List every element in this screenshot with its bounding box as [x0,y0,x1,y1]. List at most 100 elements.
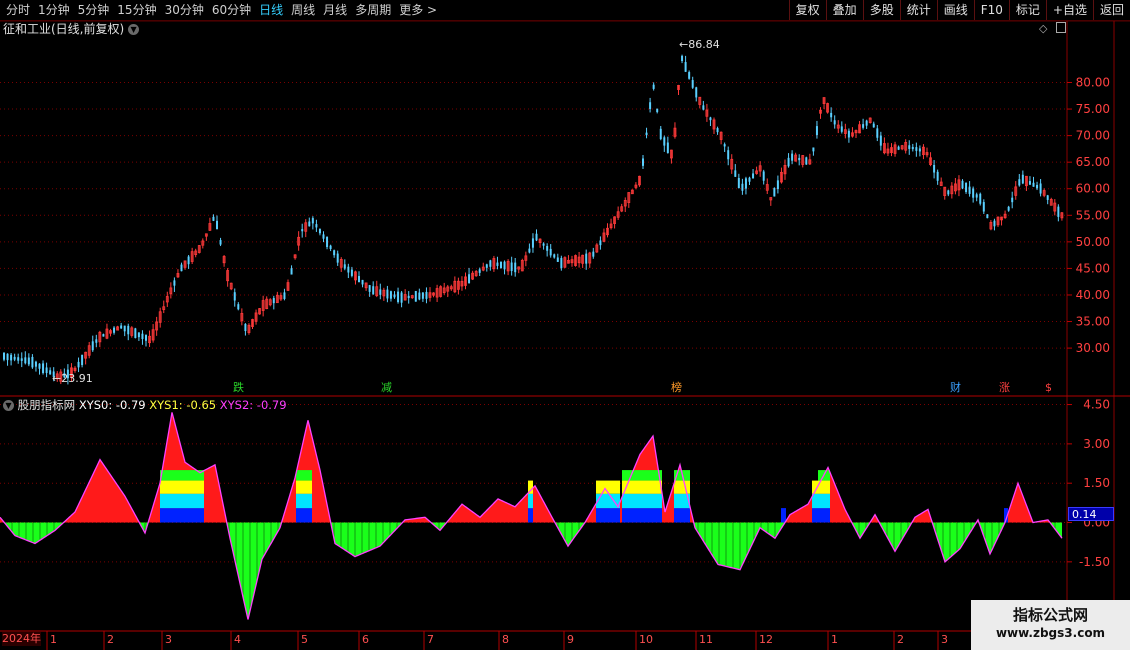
candle-body [1032,182,1035,187]
event-marker-dollar[interactable]: $ [1045,381,1052,395]
price-tick-label: 35.00 [1076,315,1110,329]
candle [630,189,634,195]
candle-body [24,357,27,364]
candle [329,244,332,252]
candle [123,325,126,337]
candle [158,307,162,328]
event-marker-cai[interactable]: 财 [950,381,961,395]
candle-body [968,186,971,194]
candle [304,219,308,238]
candle-body [311,218,314,224]
candle [812,147,815,156]
candle [382,287,386,301]
candle [972,186,975,203]
candle-body [1039,183,1042,194]
candle-body [485,264,488,268]
event-marker-zhang[interactable]: 涨 [999,381,1010,395]
candle-body [691,80,694,88]
candle [893,141,897,157]
candle-body [418,292,421,300]
candle [1039,178,1042,197]
candle [1000,216,1003,226]
candle [609,218,613,230]
candle [397,287,400,304]
event-marker-jian[interactable]: 减 [381,381,392,395]
candle [1046,194,1049,205]
indicator-block-cyan [622,493,662,509]
candle [372,281,375,295]
candle [734,164,737,177]
event-marker-bang[interactable]: 榜 [671,381,682,395]
candle [673,122,677,139]
candle [769,197,773,206]
candle [180,262,183,272]
indicator-name: 股朋指标网 [17,398,76,412]
candle-body [244,323,247,332]
stock-chart[interactable]: 80.00 75.00 70.00 65.00 60.00 55.00 50.00 45.00… [0,0,1130,650]
indicator-bars [0,412,1063,620]
candle [1042,188,1046,198]
candle-body [748,177,751,182]
candle [776,175,779,194]
candle [1011,191,1014,209]
diamond-icon[interactable]: ◇ [1039,22,1047,36]
candle-body [847,130,850,138]
candle [787,153,790,168]
time-axis: 1 2 3 4 5 6 7 8 9 10 11 12 1 2 3 [46,631,948,650]
candle-body [81,354,84,366]
indicator-tick-label: 4.50 [1083,398,1110,412]
indicator-block-cyan [296,493,312,509]
candle-body [361,279,364,285]
candle-body [173,280,176,286]
candle [148,330,151,347]
candle-body [237,304,240,310]
candle-body [17,357,20,361]
candle [105,323,109,340]
candle [826,102,829,114]
candle [957,175,961,197]
candle-body [1021,174,1024,184]
candle [275,291,279,304]
candle [737,173,740,189]
chevron-down-icon[interactable]: ▼ [128,24,140,35]
candle-body [400,292,403,303]
candle [222,254,226,267]
candle-body [911,146,914,150]
candle-body [776,180,779,190]
chevron-down-icon[interactable]: ▼ [3,400,14,411]
price-axis: 80.00 75.00 70.00 65.00 60.00 55.00 50.00 45.00… [1076,75,1110,355]
candle-body [1036,184,1039,189]
candle [6,353,9,366]
candle [634,182,638,190]
candle [904,139,908,154]
candle [460,276,464,291]
candle [347,263,350,279]
candle [688,70,691,80]
restore-window-icon[interactable] [1056,22,1066,33]
candle [805,156,808,165]
candle [500,261,502,269]
candle-body [727,150,730,160]
candle-body [372,286,375,295]
candle-body [649,102,652,109]
candle [95,334,98,348]
candle [819,107,822,119]
indicator-axis: 4.503.001.500.00-1.50 [1079,398,1110,569]
candle [201,238,205,249]
candle-body [642,158,644,166]
candle [918,145,921,157]
indicator-block-blue [596,508,620,523]
candle [435,284,439,303]
candle [389,290,392,302]
high-price-label: ←86.84 [679,38,720,52]
event-marker-die[interactable]: 跌 [233,381,244,395]
candle-body [560,257,563,269]
low-price-label: ←23.91 [52,372,93,386]
candle [456,277,460,295]
candle [716,126,719,135]
candle [442,282,446,295]
candle-body [77,361,80,368]
candle-body [141,333,144,340]
candle [311,216,314,230]
candle [943,186,947,200]
